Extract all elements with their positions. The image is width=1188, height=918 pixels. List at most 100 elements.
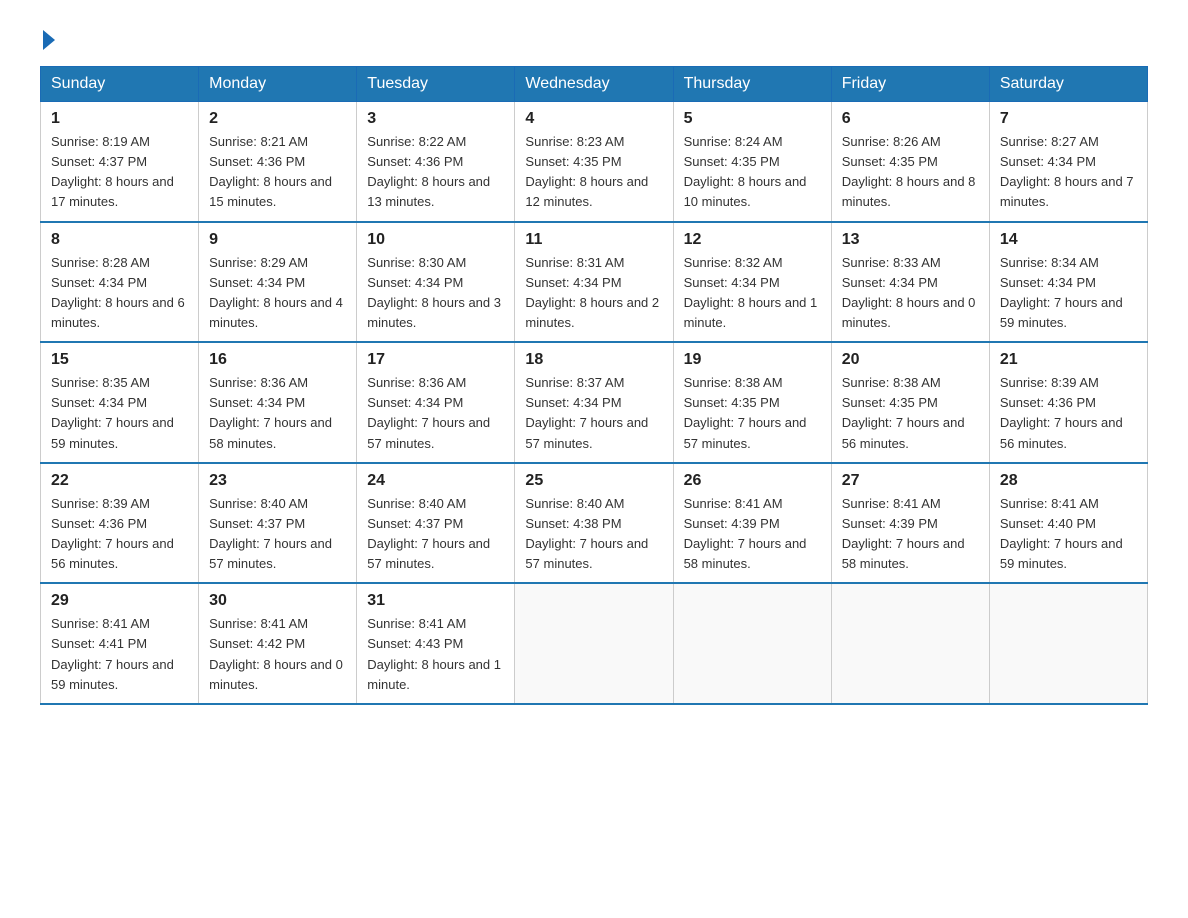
day-info: Sunrise: 8:40 AM Sunset: 4:37 PM Dayligh… bbox=[209, 494, 346, 575]
calendar-cell: 21 Sunrise: 8:39 AM Sunset: 4:36 PM Dayl… bbox=[989, 342, 1147, 463]
daylight-label: Daylight: 8 hours and 6 minutes. bbox=[51, 295, 185, 330]
daylight-label: Daylight: 7 hours and 56 minutes. bbox=[1000, 415, 1123, 450]
calendar-cell: 12 Sunrise: 8:32 AM Sunset: 4:34 PM Dayl… bbox=[673, 222, 831, 343]
day-number: 23 bbox=[209, 472, 346, 490]
sunset-label: Sunset: 4:43 PM bbox=[367, 636, 463, 651]
calendar-cell: 26 Sunrise: 8:41 AM Sunset: 4:39 PM Dayl… bbox=[673, 463, 831, 584]
calendar-cell: 31 Sunrise: 8:41 AM Sunset: 4:43 PM Dayl… bbox=[357, 583, 515, 704]
calendar-table: SundayMondayTuesdayWednesdayThursdayFrid… bbox=[40, 66, 1148, 705]
calendar-cell: 9 Sunrise: 8:29 AM Sunset: 4:34 PM Dayli… bbox=[199, 222, 357, 343]
sunrise-label: Sunrise: 8:39 AM bbox=[1000, 375, 1099, 390]
calendar-cell: 11 Sunrise: 8:31 AM Sunset: 4:34 PM Dayl… bbox=[515, 222, 673, 343]
sunset-label: Sunset: 4:34 PM bbox=[1000, 275, 1096, 290]
sunrise-label: Sunrise: 8:41 AM bbox=[367, 616, 466, 631]
calendar-cell: 18 Sunrise: 8:37 AM Sunset: 4:34 PM Dayl… bbox=[515, 342, 673, 463]
calendar-cell: 17 Sunrise: 8:36 AM Sunset: 4:34 PM Dayl… bbox=[357, 342, 515, 463]
day-info: Sunrise: 8:40 AM Sunset: 4:38 PM Dayligh… bbox=[525, 494, 662, 575]
daylight-label: Daylight: 8 hours and 15 minutes. bbox=[209, 174, 332, 209]
daylight-label: Daylight: 7 hours and 59 minutes. bbox=[1000, 295, 1123, 330]
header-row: SundayMondayTuesdayWednesdayThursdayFrid… bbox=[41, 67, 1148, 102]
sunset-label: Sunset: 4:34 PM bbox=[51, 275, 147, 290]
day-info: Sunrise: 8:35 AM Sunset: 4:34 PM Dayligh… bbox=[51, 373, 188, 454]
sunrise-label: Sunrise: 8:41 AM bbox=[684, 496, 783, 511]
day-info: Sunrise: 8:41 AM Sunset: 4:39 PM Dayligh… bbox=[684, 494, 821, 575]
sunset-label: Sunset: 4:34 PM bbox=[525, 395, 621, 410]
sunset-label: Sunset: 4:35 PM bbox=[684, 395, 780, 410]
week-row-3: 15 Sunrise: 8:35 AM Sunset: 4:34 PM Dayl… bbox=[41, 342, 1148, 463]
day-info: Sunrise: 8:21 AM Sunset: 4:36 PM Dayligh… bbox=[209, 132, 346, 213]
calendar-cell: 5 Sunrise: 8:24 AM Sunset: 4:35 PM Dayli… bbox=[673, 102, 831, 222]
day-number: 4 bbox=[525, 110, 662, 128]
sunset-label: Sunset: 4:34 PM bbox=[1000, 154, 1096, 169]
sunset-label: Sunset: 4:36 PM bbox=[209, 154, 305, 169]
day-info: Sunrise: 8:19 AM Sunset: 4:37 PM Dayligh… bbox=[51, 132, 188, 213]
day-number: 15 bbox=[51, 351, 188, 369]
day-info: Sunrise: 8:41 AM Sunset: 4:39 PM Dayligh… bbox=[842, 494, 979, 575]
daylight-label: Daylight: 7 hours and 57 minutes. bbox=[209, 536, 332, 571]
weekday-header-saturday: Saturday bbox=[989, 67, 1147, 102]
sunset-label: Sunset: 4:39 PM bbox=[684, 516, 780, 531]
calendar-cell: 8 Sunrise: 8:28 AM Sunset: 4:34 PM Dayli… bbox=[41, 222, 199, 343]
daylight-label: Daylight: 8 hours and 0 minutes. bbox=[209, 657, 343, 692]
day-number: 13 bbox=[842, 231, 979, 249]
daylight-label: Daylight: 7 hours and 57 minutes. bbox=[367, 415, 490, 450]
day-info: Sunrise: 8:39 AM Sunset: 4:36 PM Dayligh… bbox=[1000, 373, 1137, 454]
sunrise-label: Sunrise: 8:19 AM bbox=[51, 134, 150, 149]
sunrise-label: Sunrise: 8:27 AM bbox=[1000, 134, 1099, 149]
day-info: Sunrise: 8:38 AM Sunset: 4:35 PM Dayligh… bbox=[842, 373, 979, 454]
day-number: 29 bbox=[51, 592, 188, 610]
sunset-label: Sunset: 4:35 PM bbox=[525, 154, 621, 169]
day-number: 19 bbox=[684, 351, 821, 369]
day-number: 20 bbox=[842, 351, 979, 369]
daylight-label: Daylight: 8 hours and 1 minute. bbox=[367, 657, 501, 692]
calendar-cell: 13 Sunrise: 8:33 AM Sunset: 4:34 PM Dayl… bbox=[831, 222, 989, 343]
sunrise-label: Sunrise: 8:30 AM bbox=[367, 255, 466, 270]
weekday-header-friday: Friday bbox=[831, 67, 989, 102]
daylight-label: Daylight: 8 hours and 0 minutes. bbox=[842, 295, 976, 330]
calendar-cell: 28 Sunrise: 8:41 AM Sunset: 4:40 PM Dayl… bbox=[989, 463, 1147, 584]
day-number: 25 bbox=[525, 472, 662, 490]
day-number: 21 bbox=[1000, 351, 1137, 369]
day-number: 3 bbox=[367, 110, 504, 128]
sunrise-label: Sunrise: 8:34 AM bbox=[1000, 255, 1099, 270]
calendar-cell: 10 Sunrise: 8:30 AM Sunset: 4:34 PM Dayl… bbox=[357, 222, 515, 343]
week-row-2: 8 Sunrise: 8:28 AM Sunset: 4:34 PM Dayli… bbox=[41, 222, 1148, 343]
sunset-label: Sunset: 4:34 PM bbox=[209, 395, 305, 410]
daylight-label: Daylight: 7 hours and 59 minutes. bbox=[51, 657, 174, 692]
day-info: Sunrise: 8:32 AM Sunset: 4:34 PM Dayligh… bbox=[684, 253, 821, 334]
day-number: 5 bbox=[684, 110, 821, 128]
sunset-label: Sunset: 4:35 PM bbox=[842, 395, 938, 410]
sunrise-label: Sunrise: 8:37 AM bbox=[525, 375, 624, 390]
week-row-5: 29 Sunrise: 8:41 AM Sunset: 4:41 PM Dayl… bbox=[41, 583, 1148, 704]
sunrise-label: Sunrise: 8:22 AM bbox=[367, 134, 466, 149]
day-number: 6 bbox=[842, 110, 979, 128]
day-number: 9 bbox=[209, 231, 346, 249]
day-info: Sunrise: 8:36 AM Sunset: 4:34 PM Dayligh… bbox=[367, 373, 504, 454]
day-number: 8 bbox=[51, 231, 188, 249]
daylight-label: Daylight: 7 hours and 57 minutes. bbox=[525, 415, 648, 450]
sunrise-label: Sunrise: 8:36 AM bbox=[209, 375, 308, 390]
calendar-cell: 3 Sunrise: 8:22 AM Sunset: 4:36 PM Dayli… bbox=[357, 102, 515, 222]
day-number: 17 bbox=[367, 351, 504, 369]
logo bbox=[40, 30, 55, 46]
daylight-label: Daylight: 8 hours and 1 minute. bbox=[684, 295, 818, 330]
sunset-label: Sunset: 4:42 PM bbox=[209, 636, 305, 651]
calendar-cell: 7 Sunrise: 8:27 AM Sunset: 4:34 PM Dayli… bbox=[989, 102, 1147, 222]
sunset-label: Sunset: 4:36 PM bbox=[1000, 395, 1096, 410]
daylight-label: Daylight: 8 hours and 3 minutes. bbox=[367, 295, 501, 330]
week-row-1: 1 Sunrise: 8:19 AM Sunset: 4:37 PM Dayli… bbox=[41, 102, 1148, 222]
logo-triangle-icon bbox=[43, 30, 55, 50]
sunrise-label: Sunrise: 8:41 AM bbox=[842, 496, 941, 511]
sunrise-label: Sunrise: 8:40 AM bbox=[525, 496, 624, 511]
calendar-cell: 30 Sunrise: 8:41 AM Sunset: 4:42 PM Dayl… bbox=[199, 583, 357, 704]
day-number: 1 bbox=[51, 110, 188, 128]
day-number: 30 bbox=[209, 592, 346, 610]
day-info: Sunrise: 8:41 AM Sunset: 4:43 PM Dayligh… bbox=[367, 614, 504, 695]
day-number: 2 bbox=[209, 110, 346, 128]
sunrise-label: Sunrise: 8:21 AM bbox=[209, 134, 308, 149]
sunrise-label: Sunrise: 8:39 AM bbox=[51, 496, 150, 511]
day-info: Sunrise: 8:22 AM Sunset: 4:36 PM Dayligh… bbox=[367, 132, 504, 213]
daylight-label: Daylight: 8 hours and 13 minutes. bbox=[367, 174, 490, 209]
daylight-label: Daylight: 8 hours and 8 minutes. bbox=[842, 174, 976, 209]
calendar-cell: 22 Sunrise: 8:39 AM Sunset: 4:36 PM Dayl… bbox=[41, 463, 199, 584]
